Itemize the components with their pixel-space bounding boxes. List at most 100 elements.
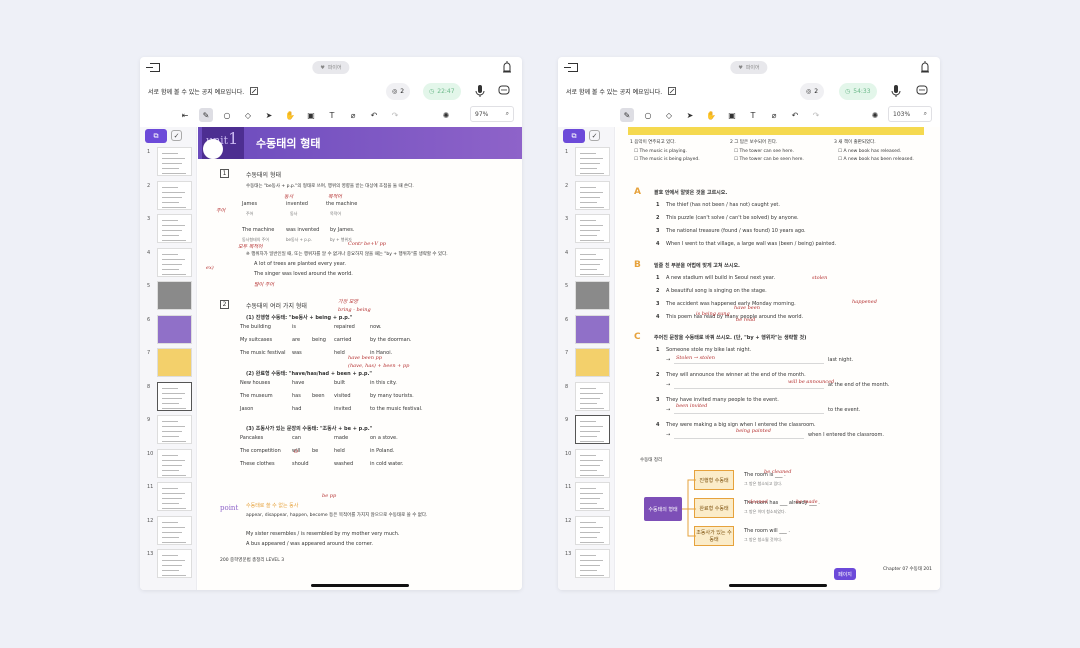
thumbnail-item[interactable]: 12	[558, 514, 614, 548]
eraser-icon[interactable]: ◇	[662, 108, 676, 122]
mic-icon[interactable]	[890, 84, 902, 98]
thumbnail-preview[interactable]	[157, 381, 192, 411]
thumbnail-item[interactable]: 7	[558, 346, 614, 380]
exit-icon[interactable]	[146, 63, 160, 72]
thumbnail-item[interactable]: 1	[558, 145, 614, 179]
circle-icon[interactable]: ○	[641, 108, 655, 122]
thumbnail-preview[interactable]	[575, 147, 610, 176]
edit-icon[interactable]	[668, 87, 677, 95]
thumbnail-preview[interactable]	[157, 247, 192, 277]
thumbnail-item[interactable]: 5	[558, 279, 614, 313]
circle-icon[interactable]: ○	[220, 108, 234, 122]
thumbnail-item[interactable]: 9	[140, 413, 196, 447]
answer-line[interactable]	[674, 413, 824, 414]
thumbnail-preview[interactable]	[157, 448, 192, 478]
exit-icon[interactable]	[564, 63, 578, 72]
thumbnail-item[interactable]: 4	[558, 246, 614, 280]
quiz-choice[interactable]: ☐ The tower can see here.	[734, 149, 794, 154]
thumbnail-preview[interactable]	[575, 281, 610, 310]
answer-line[interactable]	[674, 438, 804, 439]
thumbnail-preview[interactable]	[157, 180, 192, 210]
thumbnail-preview[interactable]	[575, 515, 610, 545]
attach-icon[interactable]: ⌀	[346, 108, 360, 122]
thumbnail-preview[interactable]	[575, 348, 610, 377]
undo-icon[interactable]: ↶	[788, 108, 802, 122]
participants-chip[interactable]: ◎ 2	[386, 83, 411, 100]
palette-icon[interactable]: ✺	[868, 108, 882, 122]
zoom-control[interactable]: 97% ⌕	[470, 106, 514, 122]
undo-icon[interactable]: ↶	[367, 108, 381, 122]
quiz-choice[interactable]: ☐ A new book has released.	[838, 149, 901, 154]
thumbnail-item[interactable]: 3	[558, 212, 614, 246]
chat-icon[interactable]	[916, 84, 928, 98]
thumbnail-preview[interactable]	[157, 214, 192, 243]
thumbnail-preview[interactable]	[157, 415, 192, 444]
pen-icon[interactable]: ✎	[199, 108, 213, 122]
thumbnail-preview[interactable]	[575, 314, 610, 344]
pointer-icon[interactable]: ➤	[683, 108, 697, 122]
hand-icon[interactable]: ✋	[283, 108, 297, 122]
thumbnail-item[interactable]: 12	[140, 514, 196, 548]
image-icon[interactable]: ▣	[725, 108, 739, 122]
thumbnail-preview[interactable]	[157, 147, 192, 176]
attach-icon[interactable]: ⌀	[767, 108, 781, 122]
thumbnail-item[interactable]: 11	[140, 480, 196, 514]
thumbnail-preview[interactable]	[575, 214, 610, 243]
thumbnail-item[interactable]: 8	[558, 380, 614, 414]
page-fab-button[interactable]: 페이지	[834, 568, 856, 580]
thumbnail-preview[interactable]	[575, 415, 610, 444]
thumbnail-item[interactable]: 11	[558, 480, 614, 514]
answer-line[interactable]	[674, 363, 824, 364]
thumbnail-item[interactable]: 10	[558, 447, 614, 481]
pages-view-button[interactable]: ⧉	[145, 129, 167, 143]
image-icon[interactable]: ▣	[304, 108, 318, 122]
thumbnail-preview[interactable]	[157, 348, 192, 377]
thumbnail-item[interactable]: 1	[140, 145, 196, 179]
thumbnail-preview[interactable]	[157, 482, 192, 511]
thumbnail-preview[interactable]	[157, 515, 192, 545]
eraser-icon[interactable]: ◇	[241, 108, 255, 122]
palette-icon[interactable]: ✺	[439, 108, 453, 122]
thumbnail-item[interactable]: 13	[558, 547, 614, 581]
check-view-button[interactable]: ✓	[589, 130, 600, 141]
thumbnail-item[interactable]: 5	[140, 279, 196, 313]
document-page[interactable]: unit1 수동태의 형태 1 수동태의 형태 수동태는 "be동사 + p.p…	[198, 127, 522, 590]
text-icon[interactable]: T	[746, 108, 760, 122]
redo-icon[interactable]: ↷	[809, 108, 823, 122]
thumbnail-preview[interactable]	[157, 314, 192, 344]
thumbnail-preview[interactable]	[157, 281, 192, 310]
pen-icon[interactable]: ✎	[620, 108, 634, 122]
check-view-button[interactable]: ✓	[171, 130, 182, 141]
pages-view-button[interactable]: ⧉	[563, 129, 585, 143]
thumbnail-preview[interactable]	[575, 180, 610, 210]
thumbnail-preview[interactable]	[575, 482, 610, 511]
quiz-choice[interactable]: ☐ The music is playing.	[634, 149, 687, 154]
siren-icon[interactable]	[920, 61, 930, 73]
quiz-choice[interactable]: ☐ The tower can be seen here.	[734, 157, 804, 162]
participants-chip[interactable]: ◎ 2	[800, 83, 825, 100]
quiz-choice[interactable]: ☐ A new book has been released.	[838, 157, 914, 162]
edit-icon[interactable]	[250, 87, 259, 95]
collapse-icon[interactable]: ⇤	[178, 108, 192, 122]
quiz-choice[interactable]: ☐ The music is being played.	[634, 157, 700, 162]
thumbnail-item[interactable]: 6	[140, 313, 196, 347]
document-page[interactable]: 1 음악이 연주되고 있다. 2 그 탑은 보수되어 진다. 3 새 책이 출판되었…	[616, 127, 940, 590]
thumbnail-item[interactable]: 9	[558, 413, 614, 447]
pointer-icon[interactable]: ➤	[262, 108, 276, 122]
thumbnail-item[interactable]: 8	[140, 380, 196, 414]
thumbnail-item[interactable]: 2	[140, 179, 196, 213]
hand-icon[interactable]: ✋	[704, 108, 718, 122]
text-icon[interactable]: T	[325, 108, 339, 122]
mic-icon[interactable]	[474, 84, 486, 98]
thumbnail-item[interactable]: 3	[140, 212, 196, 246]
siren-icon[interactable]	[502, 61, 512, 73]
chat-icon[interactable]	[498, 84, 510, 98]
thumbnail-item[interactable]: 10	[140, 447, 196, 481]
redo-icon[interactable]: ↷	[388, 108, 402, 122]
thumbnail-preview[interactable]	[575, 448, 610, 478]
thumbnail-item[interactable]: 7	[140, 346, 196, 380]
thumbnail-item[interactable]: 4	[140, 246, 196, 280]
thumbnail-item[interactable]: 2	[558, 179, 614, 213]
thumbnail-item[interactable]: 13	[140, 547, 196, 581]
zoom-control[interactable]: 103% ⌕	[888, 106, 932, 122]
